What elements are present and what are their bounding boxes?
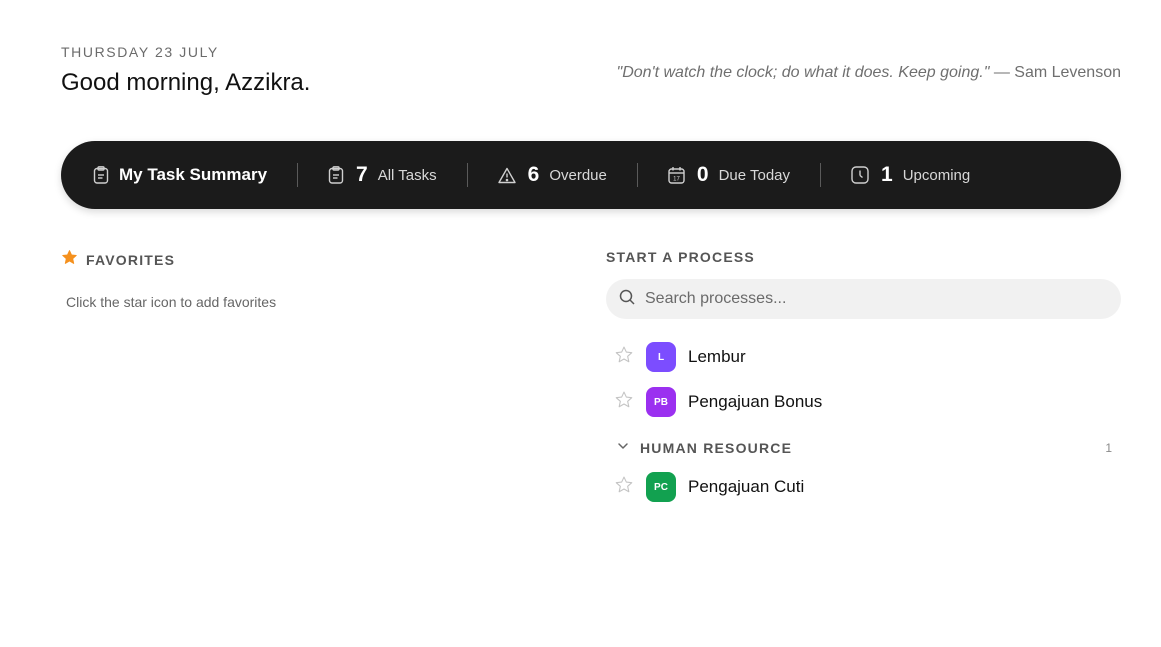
calendar-icon: 17: [668, 166, 685, 184]
favorites-header: FAVORITES: [61, 249, 175, 271]
due-today-stat[interactable]: 17 0 Due Today: [668, 141, 790, 209]
process-badge: PC: [646, 472, 676, 502]
group-name: HUMAN RESOURCE: [640, 440, 793, 456]
group-count: 1: [1105, 441, 1112, 455]
process-item-pengajuan-cuti[interactable]: PC Pengajuan Cuti: [614, 471, 804, 503]
favorites-title: FAVORITES: [86, 252, 176, 268]
divider: [466, 163, 468, 187]
process-search-input[interactable]: [645, 290, 1085, 308]
due-today-count: 0: [696, 163, 709, 186]
process-name: Lembur: [688, 347, 746, 366]
svg-text:17: 17: [673, 177, 680, 183]
quote-author: — Sam Levenson: [989, 64, 1121, 81]
process-name: Pengajuan Cuti: [688, 477, 805, 496]
star-filled-icon: [61, 249, 78, 271]
all-tasks-stat[interactable]: 7 All Tasks: [328, 141, 437, 209]
process-group-human-resource[interactable]: HUMAN RESOURCE 1: [616, 438, 1112, 458]
start-process-title: START A PROCESS: [606, 249, 755, 265]
process-item-lembur[interactable]: L Lembur: [614, 341, 746, 373]
process-item-pengajuan-bonus[interactable]: PB Pengajuan Bonus: [614, 386, 822, 418]
overdue-stat[interactable]: 6 Overdue: [497, 141, 607, 209]
search-icon: [619, 289, 635, 310]
process-name: Pengajuan Bonus: [688, 392, 823, 411]
process-badge: PB: [646, 387, 676, 417]
all-tasks-count: 7: [356, 163, 368, 186]
divider: [820, 163, 822, 187]
due-today-label: Due Today: [718, 166, 791, 184]
favorites-empty-hint: Click the star icon to add favorites: [66, 294, 277, 310]
star-outline-icon[interactable]: [614, 390, 634, 415]
home-page: THURSDAY 23 JULY Good morning, Azzikra. …: [0, 0, 1161, 647]
quote-text: "Don't watch the clock; do what it does.…: [616, 64, 990, 81]
upcoming-stat[interactable]: 1 Upcoming: [851, 141, 970, 209]
overdue-count: 6: [527, 163, 540, 186]
clock-icon: [851, 166, 869, 184]
divider: [297, 163, 299, 187]
upcoming-label: Upcoming: [902, 166, 971, 184]
upcoming-count: 1: [881, 163, 893, 186]
task-summary-title: My Task Summary: [119, 165, 268, 184]
process-badge: L: [646, 342, 676, 372]
clipboard-icon: [93, 166, 109, 184]
task-summary-heading: My Task Summary: [93, 141, 267, 209]
task-summary-bar: My Task Summary 7 All Tasks 6 Overdue 17…: [61, 141, 1121, 209]
divider: [636, 163, 638, 187]
process-search-box[interactable]: [606, 279, 1121, 319]
star-outline-icon[interactable]: [614, 475, 634, 500]
chevron-down-icon: [616, 439, 630, 458]
all-tasks-label: All Tasks: [377, 166, 437, 184]
clipboard-icon: [328, 166, 344, 184]
greeting-title: Good morning, Azzikra.: [61, 69, 311, 96]
overdue-label: Overdue: [549, 166, 607, 184]
warning-icon: [497, 167, 516, 184]
star-outline-icon[interactable]: [614, 345, 634, 370]
daily-quote: "Don't watch the clock; do what it does.…: [617, 64, 1121, 82]
current-date: THURSDAY 23 JULY: [61, 44, 219, 60]
